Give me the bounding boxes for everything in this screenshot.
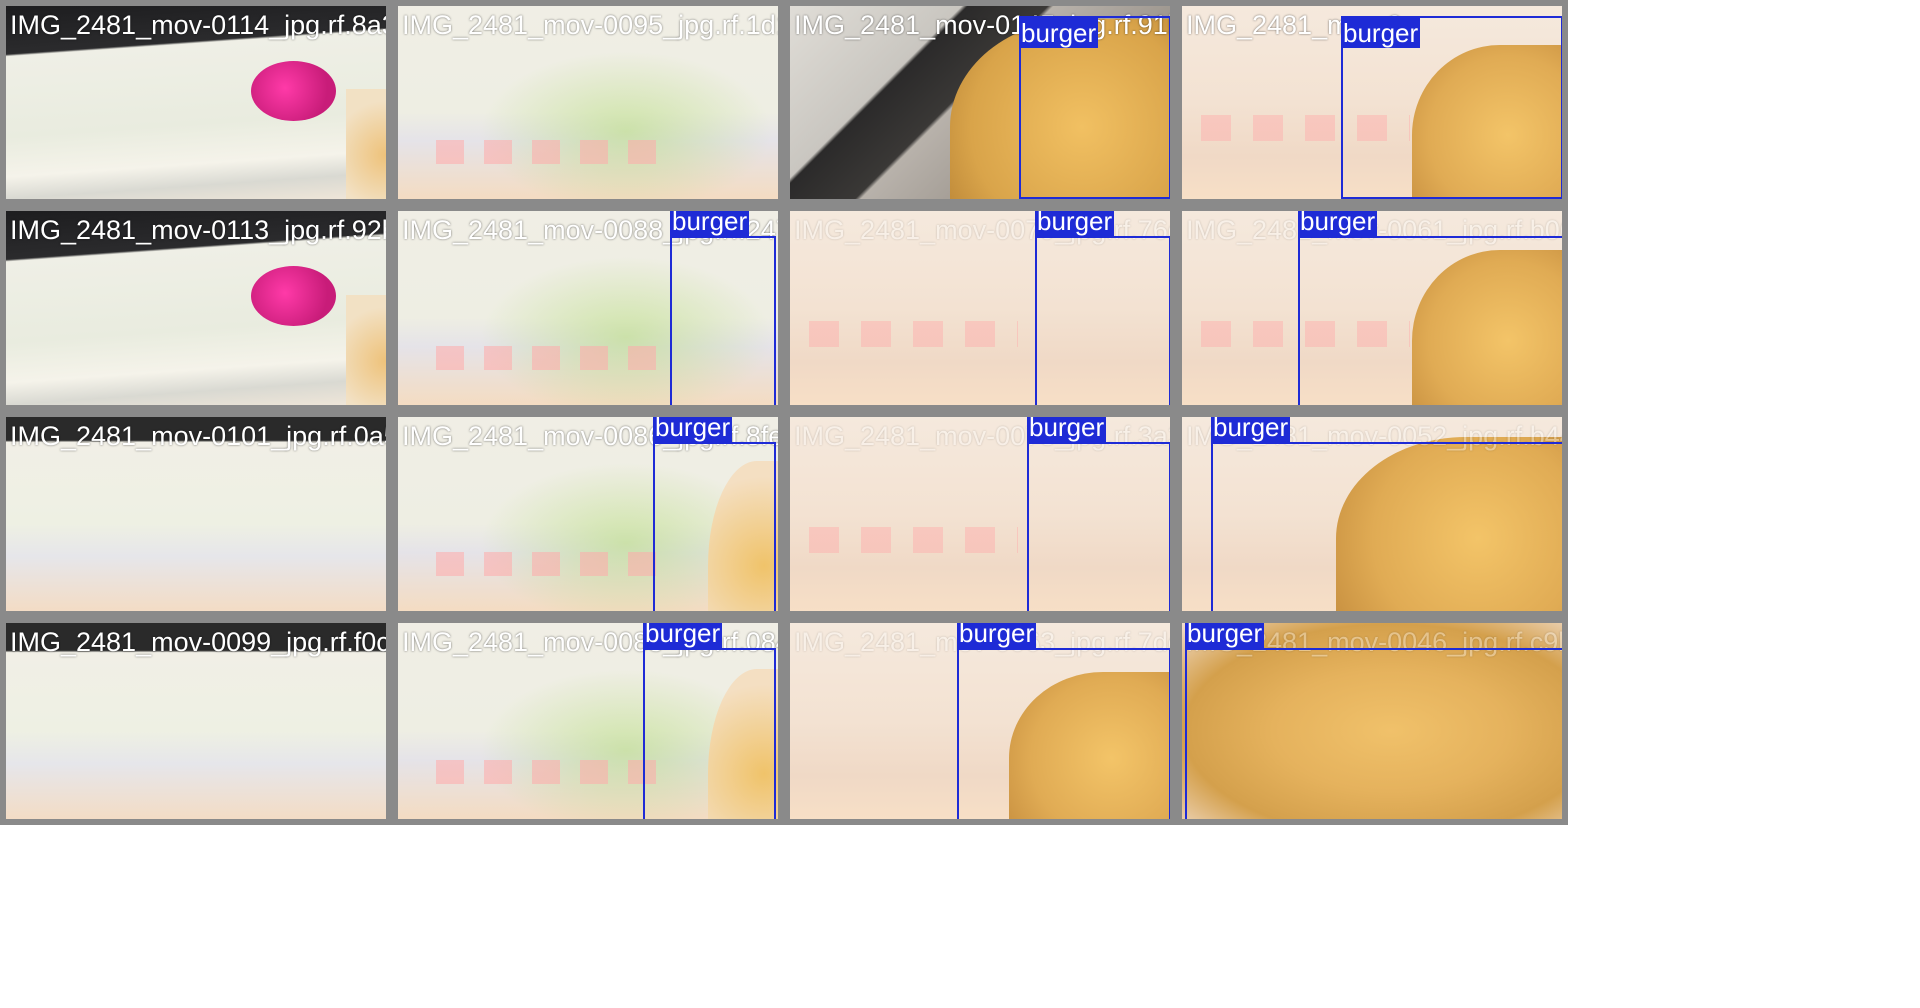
bbox-label: burger	[1298, 206, 1378, 236]
image-tile: IMG_2481_mov-0088_jpg.rf.24780c6 burger	[392, 205, 784, 411]
bounding-box: burger	[1211, 417, 1562, 611]
image-tile: IMG_2481_mov-0073_jpg.rf.3a3b42e burger	[784, 411, 1176, 617]
image-tile: IMG_2481_mov-0113_jpg.rf.92b6c84f	[0, 205, 392, 411]
bbox-label: burger	[670, 206, 750, 236]
bbox-label: burger	[1211, 412, 1291, 442]
bounding-box: burger	[1341, 16, 1562, 199]
image-tile: IMG_2481_mov-0086_jpg.rf.8fef265 burger	[392, 411, 784, 617]
image-tile: IMG_2481_mov-0079_jpg.rf.76d4fb4 burger	[784, 205, 1176, 411]
tile-filename: IMG_2481_mov-0114_jpg.rf.8a3d15bf4072	[10, 10, 386, 40]
tile-filename: IMG_2481_mov-0099_jpg.rf.f0c3abf1	[10, 627, 390, 657]
bounding-box: burger	[1019, 16, 1170, 199]
image-tile: IMG_2481_mov-0101_jpg.rf.0a59cf0d	[0, 411, 392, 617]
bbox-label: burger	[957, 618, 1037, 648]
bbox-label: burger	[643, 618, 723, 648]
image-tile: IMG_2481_mov-0099_jpg.rf.f0c3abf1	[0, 617, 392, 825]
image-tile: IMG_2481_mov-0046_jpg.rf.c9b1f6d burger	[1176, 617, 1568, 825]
image-tile: IMG_2481_mov-0114_jpg.rf.8a3d15bf4072	[0, 0, 392, 205]
tile-filename: IMG_2481_mov-0113_jpg.rf.92b6c84f	[10, 215, 392, 245]
bbox-label: burger	[1341, 18, 1421, 48]
bbox-label: burger	[1027, 412, 1107, 442]
image-tile: IMG_2481_mov-0052_jpg.rf.b44c62e2 burger	[1176, 411, 1568, 617]
bounding-box: burger	[653, 417, 776, 611]
image-mosaic: IMG_2481_mov-0114_jpg.rf.8a3d15bf4072 IM…	[0, 0, 1920, 1008]
bbox-label: burger	[653, 412, 733, 442]
image-tile: IMG_2481_mov-0063_jpg.rf.7dc6f05a burger	[784, 617, 1176, 825]
image-tile: IMG_2481_mov-0083_jpg.rf.0845ee6 burger	[392, 617, 784, 825]
bounding-box: burger	[1185, 623, 1562, 819]
image-tile: IMG_2481_mov-0095_jpg.rf.1d19ccbd2bb483	[392, 0, 784, 205]
image-tile: IMG_2481_mov-0145_jpg.rf.91beecd burger	[784, 0, 1176, 205]
bounding-box: burger	[643, 623, 776, 819]
image-tile: IMG_2481_mov-0 burger	[1176, 0, 1568, 205]
bounding-box: burger	[1027, 417, 1170, 611]
bounding-box: burger	[670, 211, 776, 405]
bbox-label: burger	[1035, 206, 1115, 236]
image-tile: IMG_2481_mov-0061_jpg.rf.b06c6af burger	[1176, 205, 1568, 411]
bounding-box: burger	[1035, 211, 1170, 405]
bounding-box: burger	[1298, 211, 1562, 405]
tile-filename: IMG_2481_mov-0095_jpg.rf.1d19ccbd2bb483	[402, 10, 778, 40]
bbox-label: burger	[1019, 18, 1099, 48]
tile-filename: IMG_2481_mov-0101_jpg.rf.0a59cf0d	[10, 421, 386, 451]
bounding-box: burger	[957, 623, 1170, 819]
bbox-label: burger	[1185, 618, 1265, 648]
